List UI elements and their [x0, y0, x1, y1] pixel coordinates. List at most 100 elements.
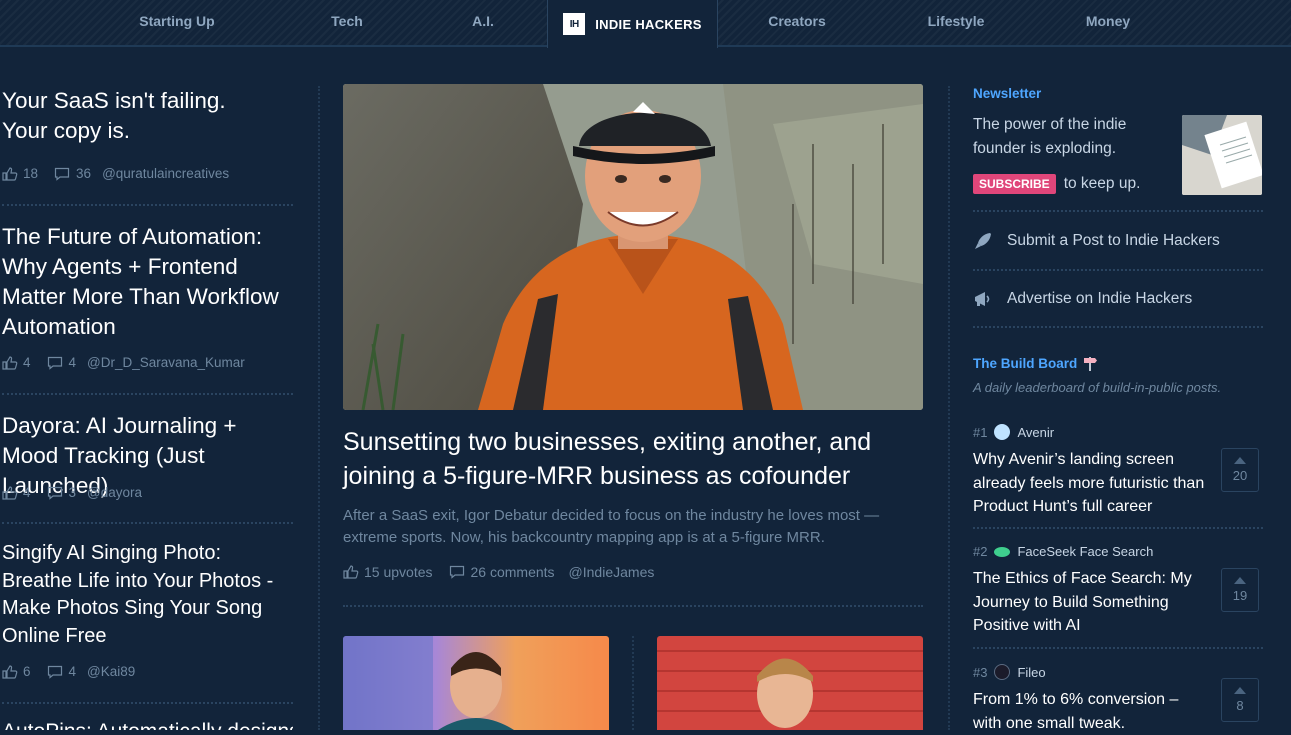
nav-indie-hackers-label: INDIE HACKERS	[595, 16, 702, 32]
newsletter-label: Newsletter	[973, 86, 1042, 101]
post-title[interactable]: Your SaaS isn't failing. Your copy is.	[2, 86, 262, 146]
post-author[interactable]: @Kai89	[87, 664, 135, 679]
post-author[interactable]: @Dr_D_Saravana_Kumar	[87, 355, 245, 370]
post-meta: 4 4 @Dr_D_Saravana_Kumar	[2, 355, 245, 370]
feature-photo-illustration	[343, 84, 923, 410]
newsletter-image	[1182, 115, 1262, 195]
divider	[2, 522, 293, 524]
indie-hackers-logo: IH	[563, 13, 586, 35]
submit-post-link[interactable]: Submit a Post to Indie Hackers	[973, 231, 1220, 251]
rank: #2	[973, 544, 988, 559]
comment-icon	[47, 356, 62, 370]
build-board-item[interactable]: #2 FaceSeek Face Search The Ethics of Fa…	[973, 544, 1263, 638]
product-name[interactable]: FaceSeek Face Search	[1017, 544, 1153, 559]
thumbs-up-icon	[343, 565, 359, 579]
thumbs-up-icon	[2, 485, 18, 500]
divider	[2, 204, 293, 206]
fileo-icon	[994, 664, 1011, 680]
newsletter-after: to keep up.	[1063, 175, 1141, 192]
build-board-label[interactable]: The Build Board	[973, 356, 1077, 371]
caret-up-icon	[1234, 687, 1246, 694]
rank: #1	[973, 424, 988, 440]
newsletter-text: The power of the indie founder is explod…	[973, 116, 1127, 157]
feature-comments[interactable]: 26 comments	[471, 564, 555, 580]
post-meta: 18 36 @quratulaincreatives	[2, 166, 229, 181]
thumbnail-photo-illustration	[657, 650, 923, 728]
feature-meta: 15 upvotes 26 comments @IndieJames	[343, 564, 654, 580]
subscribe-button[interactable]: SUBSCRIBE	[973, 174, 1056, 194]
column-divider	[948, 86, 950, 730]
nav-starting-up[interactable]: Starting Up	[127, 0, 227, 45]
divider	[343, 605, 923, 607]
build-board-title[interactable]: Why Avenir’s landing screen already feel…	[973, 448, 1213, 519]
feature-author[interactable]: @IndieJames	[569, 564, 655, 580]
post-author[interactable]: @dayora	[87, 485, 142, 500]
post-title[interactable]: The Future of Automation: Why Agents + F…	[2, 222, 293, 342]
nav-tech[interactable]: Tech	[317, 0, 377, 45]
advertise-link[interactable]: Advertise on Indie Hackers	[973, 289, 1192, 309]
thumbs-up-icon	[2, 664, 18, 679]
post-thumbnail[interactable]	[343, 636, 609, 730]
thumb-divider	[632, 636, 634, 730]
divider	[973, 647, 1263, 649]
build-board-item[interactable]: #1 Avenir Why Avenir’s landing screen al…	[973, 424, 1263, 519]
advertise-label: Advertise on Indie Hackers	[1007, 290, 1193, 307]
nav-indie-hackers[interactable]: IH INDIE HACKERS	[547, 0, 718, 48]
divider	[973, 269, 1263, 271]
post-title[interactable]: AutoPins: Automatically designs	[2, 718, 293, 730]
caret-up-icon	[1234, 577, 1246, 584]
eye-icon	[994, 546, 1011, 557]
divider	[2, 702, 293, 704]
vote-count: 19	[1232, 588, 1248, 603]
post-title[interactable]: Singify AI Singing Photo: Breathe Life i…	[2, 540, 293, 650]
product-name[interactable]: Avenir	[1017, 425, 1054, 440]
category-nav: Starting Up Tech A.I. IH INDIE HACKERS C…	[0, 0, 1291, 48]
divider	[2, 393, 293, 395]
nav-money[interactable]: Money	[1076, 0, 1140, 45]
newsletter-cta: SUBSCRIBE to keep up.	[973, 172, 1140, 196]
rank: #3	[973, 664, 988, 680]
megaphone-icon	[975, 292, 990, 306]
nav-lifestyle[interactable]: Lifestyle	[918, 0, 994, 45]
feature-description: After a SaaS exit, Igor Debatur decided …	[343, 507, 880, 546]
rocket-icon	[975, 233, 991, 249]
comment-icon	[47, 486, 62, 500]
upvote-button[interactable]: 19	[1221, 568, 1259, 612]
thumbs-up-icon	[2, 166, 18, 181]
column-divider	[318, 86, 320, 730]
post-thumbnail[interactable]	[657, 636, 923, 730]
comment-icon	[47, 665, 62, 679]
nav-ai[interactable]: A.I.	[458, 0, 508, 45]
feature-title[interactable]: Sunsetting two businesses, exiting anoth…	[343, 425, 923, 493]
nav-creators[interactable]: Creators	[757, 0, 837, 45]
build-board-item[interactable]: #3 Fileo From 1% to 6% conversion – with…	[973, 664, 1263, 735]
comment-icon	[449, 565, 464, 579]
product-name[interactable]: Fileo	[1017, 665, 1045, 680]
left-post[interactable]: Your SaaS isn't failing. Your copy is.	[2, 86, 293, 146]
signpost-icon	[1084, 357, 1098, 371]
avenir-icon	[994, 424, 1011, 440]
upvote-button[interactable]: 8	[1221, 678, 1259, 722]
build-board-subtitle: A daily leaderboard of build-in-public p…	[973, 380, 1222, 395]
post-meta: 6 4 @Kai89	[2, 664, 135, 679]
build-board-title[interactable]: From 1% to 6% conversion – with one smal…	[973, 688, 1198, 735]
thumbs-up-icon	[2, 355, 18, 370]
comment-icon	[54, 167, 70, 181]
build-board-title[interactable]: The Ethics of Face Search: My Journey to…	[973, 567, 1198, 638]
post-meta: 4 3 @dayora	[2, 485, 142, 500]
build-board-header: The Build Board	[973, 355, 1098, 371]
feature-upvotes[interactable]: 15 upvotes	[364, 564, 433, 580]
feature-image[interactable]	[343, 84, 923, 410]
post-author[interactable]: @quratulaincreatives	[102, 166, 229, 181]
divider	[973, 326, 1263, 328]
divider	[973, 210, 1263, 212]
vote-count: 8	[1236, 698, 1244, 713]
vote-count: 20	[1232, 468, 1248, 483]
left-post[interactable]: The Future of Automation: Why Agents + F…	[2, 222, 293, 342]
left-post[interactable]: Singify AI Singing Photo: Breathe Life i…	[2, 540, 293, 650]
left-post[interactable]: AutoPins: Automatically designs	[2, 718, 293, 730]
divider	[973, 527, 1263, 529]
thumbnail-photo-illustration	[343, 636, 514, 730]
upvote-button[interactable]: 20	[1221, 448, 1259, 492]
caret-up-icon	[1234, 457, 1246, 464]
